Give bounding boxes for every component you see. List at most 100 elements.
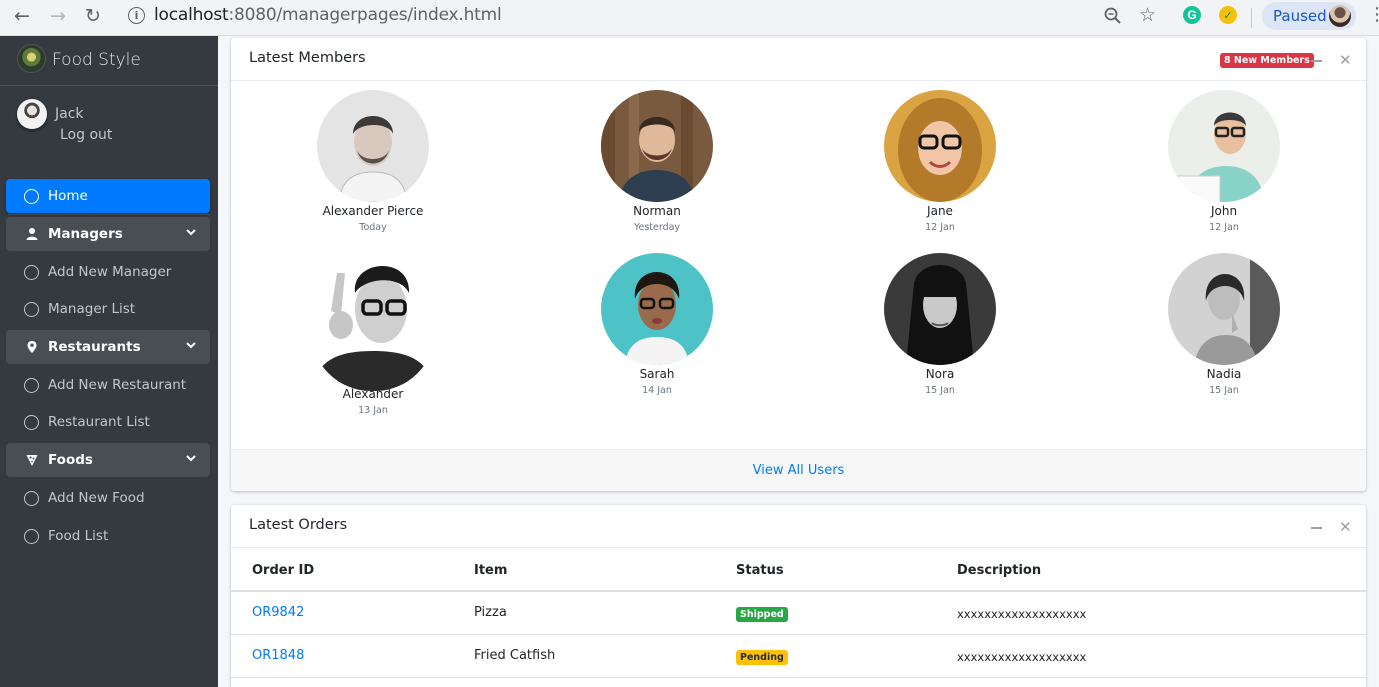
status-cell: Pending [736,648,788,665]
collapse-icon[interactable] [1311,60,1322,62]
view-all-users-link[interactable]: View All Users [753,463,845,478]
card-header: Latest Orders ✕ [231,505,1366,548]
member-item[interactable]: Nora 15 Jan [840,253,1040,396]
url-path: :8080/managerpages/index.html [228,5,502,25]
site-info-icon[interactable]: i [128,7,145,24]
column-header-status: Status [736,563,784,578]
sidebar-item-add-new-manager[interactable]: Add New Manager [6,255,210,289]
grammarly-extension-icon[interactable]: G [1183,6,1201,24]
member-photo [311,253,435,391]
member-date: 12 Jan [925,222,955,233]
latest-orders-card: Latest Orders ✕ Order ID Item Status Des… [231,505,1366,687]
column-header-order-id: Order ID [252,563,315,578]
member-date: Today [359,222,387,233]
order-item: Fried Catfish [474,648,556,663]
profile-button[interactable]: Paused [1262,2,1356,30]
member-date: 13 Jan [358,405,388,416]
logout-link[interactable]: Log out [60,127,112,143]
browser-menu-icon[interactable]: ⋮ [1368,6,1379,24]
sidebar-section-restaurants[interactable]: Restaurants [6,330,210,364]
profile-status-label: Paused [1273,7,1327,25]
new-members-badge: 8 New Members [1220,53,1314,68]
collapse-icon[interactable] [1311,527,1322,529]
sidebar-item-label: Managers [48,226,123,242]
status-badge: Pending [736,650,788,665]
brand-logo [18,45,45,72]
user-name[interactable]: Jack [55,106,84,122]
circle-icon [24,491,39,506]
order-id-link[interactable]: OR9842 [252,605,304,620]
card-footer: View All Users [231,449,1366,491]
circle-icon [24,529,39,544]
sidebar-item-label: Home [48,188,88,204]
member-name: Norman [633,204,681,218]
forward-arrow-icon[interactable]: → [48,5,68,27]
member-name: Alexander Pierce [322,204,424,218]
member-photo [317,90,429,202]
member-name: Sarah [639,367,675,381]
brand-text: Food Style [52,50,141,70]
member-date: 14 Jan [642,385,672,396]
sidebar-item-label: Add New Food [48,490,145,506]
card-title: Latest Orders [249,517,348,533]
member-name: Nora [925,367,955,381]
extension-icon[interactable]: ✓ [1219,6,1237,24]
user-avatar [17,99,47,129]
sidebar-item-add-new-food[interactable]: Add New Food [6,481,210,515]
sidebar-item-label: Add New Restaurant [48,377,187,393]
map-marker-icon [27,341,37,353]
order-id-link[interactable]: OR1848 [252,648,304,663]
sidebar-section-managers[interactable]: Managers [6,217,210,251]
zoom-icon[interactable] [1103,6,1123,26]
column-header-item: Item [474,563,508,578]
sidebar-item-add-new-restaurant[interactable]: Add New Restaurant [6,368,210,402]
close-icon[interactable]: ✕ [1339,51,1352,69]
card-header: Latest Members 8 New Members ✕ [231,38,1366,81]
profile-avatar [1329,5,1351,27]
member-photo [884,253,996,365]
circle-icon [24,415,39,430]
sidebar-section-foods[interactable]: Foods [6,443,210,477]
column-header-description: Description [957,563,1042,578]
back-arrow-icon[interactable]: ← [12,5,32,27]
table-header: Order ID Item Status Description [231,549,1366,592]
order-description: xxxxxxxxxxxxxxxxxxx [957,607,1087,621]
member-item[interactable]: Alexander Pierce Today [273,90,473,233]
member-photo [1168,90,1280,202]
member-item[interactable]: Alexander 13 Jan [273,253,473,416]
close-icon[interactable]: ✕ [1339,518,1352,536]
chevron-down-icon [186,342,196,349]
member-name: John [1210,204,1238,218]
member-item[interactable]: Norman Yesterday [557,90,757,233]
circle-icon [24,378,39,393]
sidebar-item-label: Restaurant List [48,414,150,430]
card-title: Latest Members [249,50,366,66]
sidebar: Food Style Jack Log out Home Managers Ad… [0,36,218,687]
user-icon [26,228,38,240]
member-item[interactable]: John 12 Jan [1124,90,1324,233]
address-bar[interactable]: localhost:8080/managerpages/index.html [154,5,502,25]
order-item: Pizza [474,605,507,620]
table-row: OR9842 Pizza Shipped xxxxxxxxxxxxxxxxxxx [231,592,1366,635]
sidebar-item-restaurant-list[interactable]: Restaurant List [6,405,210,439]
order-description: xxxxxxxxxxxxxxxxxxx [957,650,1087,664]
brand-link[interactable]: Food Style [0,36,218,86]
member-photo [601,90,713,202]
pizza-icon [26,455,38,466]
sidebar-item-label: Food List [48,528,109,544]
member-item[interactable]: Nadia 15 Jan [1124,253,1324,396]
status-cell: Shipped [736,605,788,622]
sidebar-item-manager-list[interactable]: Manager List [6,292,210,326]
bookmark-star-icon[interactable]: ☆ [1139,4,1156,26]
sidebar-item-home[interactable]: Home [6,179,210,213]
sidebar-item-label: Foods [48,452,93,468]
url-host: localhost [154,5,229,25]
member-date: 15 Jan [925,385,955,396]
sidebar-item-label: Restaurants [48,339,141,355]
latest-members-card: Latest Members 8 New Members ✕ Alexander… [231,38,1366,491]
reload-icon[interactable]: ↻ [83,5,103,27]
divider [8,214,210,215]
member-item[interactable]: Sarah 14 Jan [557,253,757,396]
member-item[interactable]: Jane 12 Jan [840,90,1040,233]
sidebar-item-food-list[interactable]: Food List [6,519,210,553]
